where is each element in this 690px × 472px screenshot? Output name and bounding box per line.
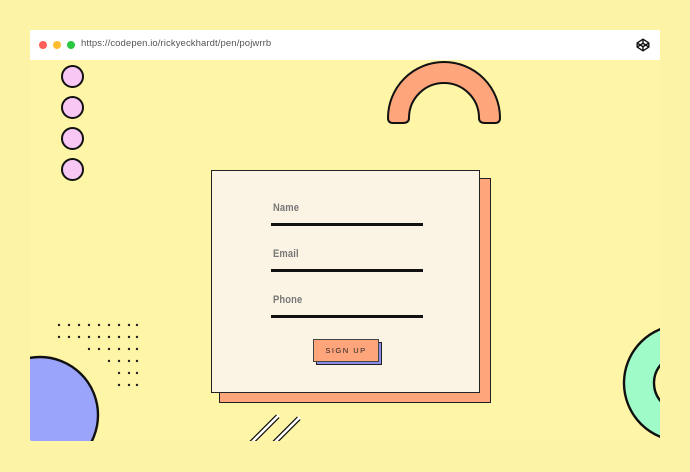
name-field-underline xyxy=(271,223,423,226)
close-window-button[interactable] xyxy=(39,41,47,49)
decorative-circle xyxy=(61,96,84,119)
browser-titlebar: https://codepen.io/rickyeckhardt/pen/poj… xyxy=(30,30,660,60)
sign-up-button[interactable]: SIGN UP xyxy=(313,339,379,362)
decorative-circle xyxy=(61,65,84,88)
pen-preview: Name Email Phone SIGN UP xyxy=(30,60,660,441)
maximize-window-button[interactable] xyxy=(67,41,75,49)
address-bar-url[interactable]: https://codepen.io/rickyeckhardt/pen/poj… xyxy=(81,38,271,49)
name-field[interactable]: Name xyxy=(271,200,423,226)
name-field-label: Name xyxy=(273,202,300,214)
signup-form-card: Name Email Phone SIGN UP xyxy=(211,170,480,393)
decorative-slashes xyxy=(249,414,301,441)
decorative-circle xyxy=(61,127,84,150)
minimize-window-button[interactable] xyxy=(53,41,61,49)
email-field[interactable]: Email xyxy=(271,246,423,272)
phone-field-underline xyxy=(271,315,423,318)
email-field-underline xyxy=(271,269,423,272)
phone-field[interactable]: Phone xyxy=(271,292,423,318)
decorative-blue-circle xyxy=(30,355,100,441)
decorative-circle xyxy=(61,158,84,181)
decorative-green-ring xyxy=(622,328,660,438)
email-field-label: Email xyxy=(273,248,299,260)
decorative-arch xyxy=(386,61,502,124)
codepen-icon[interactable] xyxy=(636,38,650,52)
phone-field-label: Phone xyxy=(273,294,303,306)
browser-window: https://codepen.io/rickyeckhardt/pen/poj… xyxy=(30,30,660,441)
